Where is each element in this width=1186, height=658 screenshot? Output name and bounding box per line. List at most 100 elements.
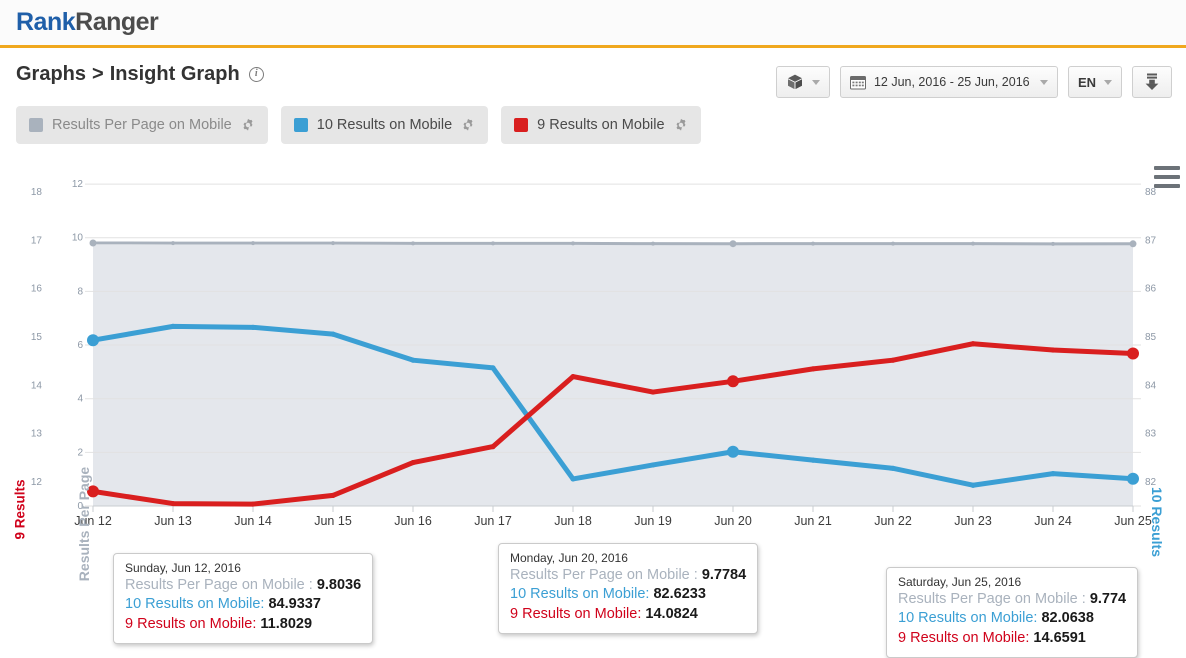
svg-text:87: 87 xyxy=(1145,235,1157,246)
tooltip-date: Monday, Jun 20, 2016 xyxy=(510,551,628,565)
tooltip-value: 82.6233 xyxy=(653,586,706,603)
tooltip-label: Results Per Page on Mobile : xyxy=(510,567,698,583)
svg-text:Jun 14: Jun 14 xyxy=(234,514,272,528)
svg-text:13: 13 xyxy=(31,429,43,440)
tooltip-date: Sunday, Jun 12, 2016 xyxy=(125,561,241,575)
svg-text:17: 17 xyxy=(31,235,43,246)
language-label: EN xyxy=(1077,74,1096,90)
date-range-label: 12 Jun, 2016 - 25 Jun, 2016 xyxy=(873,75,1030,89)
svg-text:8: 8 xyxy=(77,286,83,297)
tooltip-jun-12: Sunday, Jun 12, 2016 Results Per Page on… xyxy=(113,553,374,644)
svg-text:83: 83 xyxy=(1145,429,1157,440)
header-toolbar: 12 Jun, 2016 - 25 Jun, 2016 EN xyxy=(775,66,1172,98)
tooltip-value: 9.7784 xyxy=(701,567,747,583)
breadcrumb-insight-graph: Insight Graph xyxy=(109,62,240,85)
tooltip-label: 10 Results on Mobile: xyxy=(898,610,1038,627)
svg-text:16: 16 xyxy=(31,284,43,295)
tooltip-row-results-per-page: Results Per Page on Mobile : 9.8036 xyxy=(125,576,361,595)
svg-text:Jun 25: Jun 25 xyxy=(1114,514,1152,528)
svg-text:84: 84 xyxy=(1145,380,1157,391)
svg-text:Jun 17: Jun 17 xyxy=(474,514,512,528)
info-icon[interactable]: i xyxy=(248,66,264,82)
tooltip-label: 9 Results on Mobile: xyxy=(510,605,642,622)
legend-label: 10 Results on Mobile xyxy=(316,117,453,133)
project-selector-button[interactable] xyxy=(775,66,830,98)
chevron-down-icon xyxy=(811,79,820,85)
legend-item-results-per-page-on-mobile[interactable]: Results Per Page on Mobile xyxy=(16,106,268,144)
tooltip-jun-20: Monday, Jun 20, 2016 Results Per Page on… xyxy=(498,543,759,634)
tooltip-label: 9 Results on Mobile: xyxy=(898,629,1030,646)
tooltip-value: 9.8036 xyxy=(316,577,362,593)
tooltip-label: 10 Results on Mobile: xyxy=(510,586,650,603)
series-legend: Results Per Page on Mobile 10 Results on… xyxy=(0,100,1186,144)
tooltip-row-results-per-page: Results Per Page on Mobile : 9.774 xyxy=(898,590,1126,609)
svg-text:Jun 21: Jun 21 xyxy=(794,514,832,528)
svg-text:Jun 19: Jun 19 xyxy=(634,514,672,528)
tooltip-label: Results Per Page on Mobile : xyxy=(125,577,313,593)
svg-text:Jun 24: Jun 24 xyxy=(1034,514,1072,528)
chart-canvas[interactable]: Jun 12 Jun 13 Jun 14 Jun 15 Jun 16 Jun 17 Jun … xyxy=(0,158,1186,548)
breadcrumb-graphs[interactable]: Graphs xyxy=(16,63,86,86)
tooltip-row-10-results: 10 Results on Mobile: 82.6233 xyxy=(510,585,746,604)
svg-text:18: 18 xyxy=(31,187,43,198)
legend-item-9-results-on-mobile[interactable]: 9 Results on Mobile xyxy=(501,106,701,144)
tooltip-date: Saturday, Jun 25, 2016 xyxy=(898,575,1022,589)
rankranger-logo[interactable]: RankRanger xyxy=(16,8,159,37)
legend-swatch xyxy=(514,118,529,132)
tooltip-row-9-results: 9 Results on Mobile: 14.0824 xyxy=(510,605,746,624)
legend-swatch xyxy=(293,118,308,132)
svg-text:12: 12 xyxy=(72,179,84,190)
svg-text:6: 6 xyxy=(77,340,83,351)
chevron-down-icon xyxy=(1039,79,1048,85)
gear-icon[interactable] xyxy=(461,118,475,132)
calendar-icon xyxy=(849,75,866,90)
legend-label: 9 Results on Mobile xyxy=(537,117,665,133)
tooltip-row-9-results: 9 Results on Mobile: 11.8029 xyxy=(125,615,361,634)
tooltip-value: 14.6591 xyxy=(1033,629,1086,646)
tooltip-label: Results Per Page on Mobile : xyxy=(898,591,1086,607)
svg-text:4: 4 xyxy=(77,394,83,405)
svg-text:Jun 18: Jun 18 xyxy=(554,514,592,528)
language-selector[interactable]: EN xyxy=(1067,66,1122,98)
svg-text:2: 2 xyxy=(77,447,83,458)
cube-icon xyxy=(786,73,804,91)
logo-rank-text: Rank xyxy=(16,8,76,36)
tooltip-row-10-results: 10 Results on Mobile: 84.9337 xyxy=(125,595,361,614)
svg-text:Jun 13: Jun 13 xyxy=(154,514,192,528)
tooltip-jun-25: Saturday, Jun 25, 2016 Results Per Page … xyxy=(886,567,1139,658)
tooltip-value: 11.8029 xyxy=(260,615,313,632)
svg-text:88: 88 xyxy=(1145,187,1157,198)
svg-text:10: 10 xyxy=(72,233,84,244)
breadcrumb: Graphs > Insight Graph i xyxy=(16,63,264,86)
legend-swatch xyxy=(29,118,43,132)
tooltip-label: 10 Results on Mobile: xyxy=(125,596,265,613)
logo-ranger-text: Ranger xyxy=(75,8,159,36)
svg-text:12: 12 xyxy=(31,477,43,488)
chevron-down-icon xyxy=(1104,79,1112,85)
tooltip-value: 14.0824 xyxy=(645,605,698,622)
svg-text:Jun 16: Jun 16 xyxy=(394,514,432,528)
svg-text:14: 14 xyxy=(31,380,43,391)
gear-icon[interactable] xyxy=(241,118,255,132)
svg-text:Jun 15: Jun 15 xyxy=(314,514,352,528)
tooltip-value: 9.774 xyxy=(1089,591,1127,607)
tooltip-value: 84.9337 xyxy=(268,596,321,613)
axis-title-9-results: 9 Results xyxy=(12,479,28,540)
svg-text:15: 15 xyxy=(31,332,43,343)
tooltip-row-10-results: 10 Results on Mobile: 82.0638 xyxy=(898,609,1126,628)
svg-text:85: 85 xyxy=(1145,332,1157,343)
tooltip-row-9-results: 9 Results on Mobile: 14.6591 xyxy=(898,629,1126,648)
download-icon xyxy=(1144,73,1160,91)
chart-menu-icon[interactable] xyxy=(1154,166,1180,188)
download-button[interactable] xyxy=(1132,66,1172,98)
insight-chart: Jun 12 Jun 13 Jun 14 Jun 15 Jun 16 Jun 17 Jun … xyxy=(0,158,1186,658)
svg-text:Jun 22: Jun 22 xyxy=(874,514,912,528)
legend-label: Results Per Page on Mobile xyxy=(52,117,232,133)
gear-icon[interactable] xyxy=(674,118,688,132)
tooltip-row-results-per-page: Results Per Page on Mobile : 9.7784 xyxy=(510,566,746,585)
date-range-picker[interactable]: 12 Jun, 2016 - 25 Jun, 2016 xyxy=(839,66,1058,98)
tooltip-value: 82.0638 xyxy=(1041,610,1094,627)
brand-bar: RankRanger xyxy=(0,0,1186,48)
breadcrumb-separator: > xyxy=(92,62,104,85)
legend-item-10-results-on-mobile[interactable]: 10 Results on Mobile xyxy=(280,106,489,144)
